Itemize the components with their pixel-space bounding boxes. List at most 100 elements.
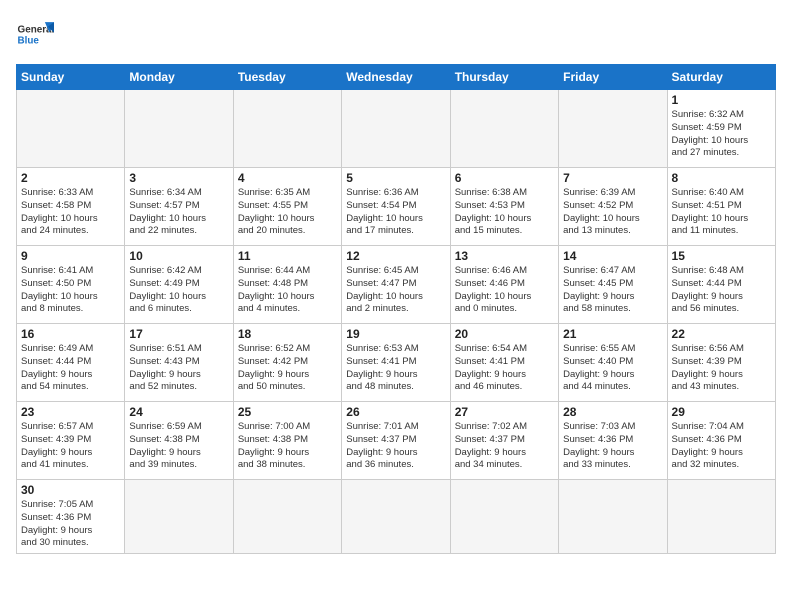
day-info: Sunrise: 7:01 AM Sunset: 4:37 PM Dayligh… — [346, 421, 445, 472]
calendar-cell — [450, 90, 558, 168]
calendar-cell — [559, 90, 667, 168]
day-info: Sunrise: 6:47 AM Sunset: 4:45 PM Dayligh… — [563, 265, 662, 316]
day-info: Sunrise: 6:44 AM Sunset: 4:48 PM Dayligh… — [238, 265, 337, 316]
day-info: Sunrise: 7:03 AM Sunset: 4:36 PM Dayligh… — [563, 421, 662, 472]
calendar-cell: 15Sunrise: 6:48 AM Sunset: 4:44 PM Dayli… — [667, 246, 775, 324]
day-number: 6 — [455, 171, 554, 185]
day-info: Sunrise: 6:40 AM Sunset: 4:51 PM Dayligh… — [672, 187, 771, 238]
calendar-week-row: 30 Sunrise: 7:05 AM Sunset: 4:36 PM Dayli… — [17, 480, 776, 554]
day-number: 28 — [563, 405, 662, 419]
day-number: 4 — [238, 171, 337, 185]
calendar-cell: 14Sunrise: 6:47 AM Sunset: 4:45 PM Dayli… — [559, 246, 667, 324]
day-info: Sunrise: 6:56 AM Sunset: 4:39 PM Dayligh… — [672, 343, 771, 394]
calendar-cell: 6 Sunrise: 6:38 AM Sunset: 4:53 PM Daylig… — [450, 168, 558, 246]
calendar-day-header-friday: Friday — [559, 65, 667, 90]
day-number: 16 — [21, 327, 120, 341]
header: General Blue — [16, 16, 776, 54]
day-info: Sunrise: 6:49 AM Sunset: 4:44 PM Dayligh… — [21, 343, 120, 394]
page: General Blue SundayMondayTuesdayWednesda… — [0, 0, 792, 612]
calendar-cell: 23 Sunrise: 6:57 AM Sunset: 4:39 PM Dayli… — [17, 402, 125, 480]
day-info: Sunrise: 7:02 AM Sunset: 4:37 PM Dayligh… — [455, 421, 554, 472]
calendar-cell: 21 Sunrise: 6:55 AM Sunset: 4:40 PM Dayli… — [559, 324, 667, 402]
generalblue-logo-icon: General Blue — [16, 16, 54, 54]
day-number: 23 — [21, 405, 120, 419]
day-info: Sunrise: 6:42 AM Sunset: 4:49 PM Dayligh… — [129, 265, 228, 316]
calendar-cell: 28 Sunrise: 7:03 AM Sunset: 4:36 PM Dayli… — [559, 402, 667, 480]
calendar-cell: 7Sunrise: 6:39 AM Sunset: 4:52 PM Daylig… — [559, 168, 667, 246]
day-info: Sunrise: 6:45 AM Sunset: 4:47 PM Dayligh… — [346, 265, 445, 316]
calendar-cell: 19 Sunrise: 6:53 AM Sunset: 4:41 PM Dayli… — [342, 324, 450, 402]
day-number: 13 — [455, 249, 554, 263]
day-number: 11 — [238, 249, 337, 263]
calendar-day-header-saturday: Saturday — [667, 65, 775, 90]
calendar-week-row: 1Sunrise: 6:32 AM Sunset: 4:59 PM Daylig… — [17, 90, 776, 168]
calendar-cell: 1Sunrise: 6:32 AM Sunset: 4:59 PM Daylig… — [667, 90, 775, 168]
calendar-cell: 16 Sunrise: 6:49 AM Sunset: 4:44 PM Dayli… — [17, 324, 125, 402]
day-number: 7 — [563, 171, 662, 185]
day-number: 2 — [21, 171, 120, 185]
calendar-cell: 11 Sunrise: 6:44 AM Sunset: 4:48 PM Dayli… — [233, 246, 341, 324]
day-number: 30 — [21, 483, 120, 497]
calendar-week-row: 23 Sunrise: 6:57 AM Sunset: 4:39 PM Dayli… — [17, 402, 776, 480]
day-info: Sunrise: 7:05 AM Sunset: 4:36 PM Dayligh… — [21, 499, 120, 550]
calendar-week-row: 2 Sunrise: 6:33 AM Sunset: 4:58 PM Daylig… — [17, 168, 776, 246]
day-number: 1 — [672, 93, 771, 107]
svg-text:Blue: Blue — [18, 35, 40, 46]
day-info: Sunrise: 7:04 AM Sunset: 4:36 PM Dayligh… — [672, 421, 771, 472]
calendar-cell: 20 Sunrise: 6:54 AM Sunset: 4:41 PM Dayli… — [450, 324, 558, 402]
logo: General Blue — [16, 16, 54, 54]
day-number: 24 — [129, 405, 228, 419]
calendar-cell: 12Sunrise: 6:45 AM Sunset: 4:47 PM Dayli… — [342, 246, 450, 324]
day-number: 15 — [672, 249, 771, 263]
day-info: Sunrise: 7:00 AM Sunset: 4:38 PM Dayligh… — [238, 421, 337, 472]
day-info: Sunrise: 6:57 AM Sunset: 4:39 PM Dayligh… — [21, 421, 120, 472]
calendar-day-header-wednesday: Wednesday — [342, 65, 450, 90]
calendar-cell — [342, 90, 450, 168]
day-number: 17 — [129, 327, 228, 341]
day-info: Sunrise: 6:33 AM Sunset: 4:58 PM Dayligh… — [21, 187, 120, 238]
calendar-day-header-tuesday: Tuesday — [233, 65, 341, 90]
calendar-cell: 29Sunrise: 7:04 AM Sunset: 4:36 PM Dayli… — [667, 402, 775, 480]
calendar-cell — [17, 90, 125, 168]
calendar-cell — [450, 480, 558, 554]
day-info: Sunrise: 6:55 AM Sunset: 4:40 PM Dayligh… — [563, 343, 662, 394]
calendar-cell: 24Sunrise: 6:59 AM Sunset: 4:38 PM Dayli… — [125, 402, 233, 480]
calendar-cell: 4 Sunrise: 6:35 AM Sunset: 4:55 PM Daylig… — [233, 168, 341, 246]
calendar-day-header-thursday: Thursday — [450, 65, 558, 90]
calendar-cell: 27 Sunrise: 7:02 AM Sunset: 4:37 PM Dayli… — [450, 402, 558, 480]
day-number: 27 — [455, 405, 554, 419]
calendar-cell: 10 Sunrise: 6:42 AM Sunset: 4:49 PM Dayli… — [125, 246, 233, 324]
day-info: Sunrise: 6:51 AM Sunset: 4:43 PM Dayligh… — [129, 343, 228, 394]
day-number: 21 — [563, 327, 662, 341]
day-number: 18 — [238, 327, 337, 341]
day-info: Sunrise: 6:36 AM Sunset: 4:54 PM Dayligh… — [346, 187, 445, 238]
day-number: 20 — [455, 327, 554, 341]
calendar-cell — [342, 480, 450, 554]
day-number: 10 — [129, 249, 228, 263]
day-info: Sunrise: 6:38 AM Sunset: 4:53 PM Dayligh… — [455, 187, 554, 238]
calendar-cell: 2 Sunrise: 6:33 AM Sunset: 4:58 PM Daylig… — [17, 168, 125, 246]
day-number: 26 — [346, 405, 445, 419]
calendar-cell: 3Sunrise: 6:34 AM Sunset: 4:57 PM Daylig… — [125, 168, 233, 246]
calendar-week-row: 9 Sunrise: 6:41 AM Sunset: 4:50 PM Daylig… — [17, 246, 776, 324]
calendar-cell: 13 Sunrise: 6:46 AM Sunset: 4:46 PM Dayli… — [450, 246, 558, 324]
calendar-cell — [233, 480, 341, 554]
calendar-cell: 22 Sunrise: 6:56 AM Sunset: 4:39 PM Dayli… — [667, 324, 775, 402]
day-info: Sunrise: 6:41 AM Sunset: 4:50 PM Dayligh… — [21, 265, 120, 316]
day-number: 5 — [346, 171, 445, 185]
calendar-day-header-sunday: Sunday — [17, 65, 125, 90]
day-number: 22 — [672, 327, 771, 341]
day-info: Sunrise: 6:46 AM Sunset: 4:46 PM Dayligh… — [455, 265, 554, 316]
day-number: 19 — [346, 327, 445, 341]
calendar-cell: 30 Sunrise: 7:05 AM Sunset: 4:36 PM Dayli… — [17, 480, 125, 554]
day-info: Sunrise: 6:53 AM Sunset: 4:41 PM Dayligh… — [346, 343, 445, 394]
calendar-cell: 25Sunrise: 7:00 AM Sunset: 4:38 PM Dayli… — [233, 402, 341, 480]
day-number: 9 — [21, 249, 120, 263]
day-info: Sunrise: 6:35 AM Sunset: 4:55 PM Dayligh… — [238, 187, 337, 238]
calendar-cell — [233, 90, 341, 168]
day-number: 8 — [672, 171, 771, 185]
day-info: Sunrise: 6:54 AM Sunset: 4:41 PM Dayligh… — [455, 343, 554, 394]
calendar-cell: 9 Sunrise: 6:41 AM Sunset: 4:50 PM Daylig… — [17, 246, 125, 324]
calendar-cell: 17 Sunrise: 6:51 AM Sunset: 4:43 PM Dayli… — [125, 324, 233, 402]
calendar-cell: 26 Sunrise: 7:01 AM Sunset: 4:37 PM Dayli… — [342, 402, 450, 480]
